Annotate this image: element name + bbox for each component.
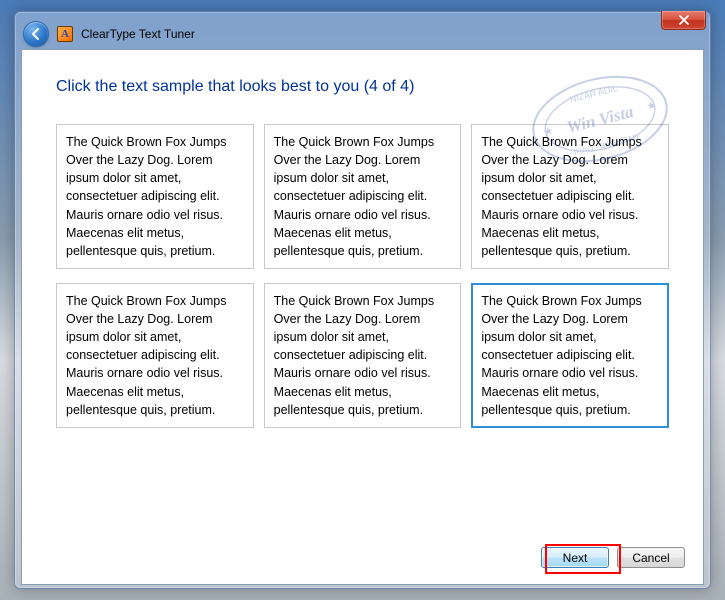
text-sample-1[interactable]: The Quick Brown Fox Jumps Over the Lazy …: [56, 124, 254, 269]
app-icon-letter: A: [61, 28, 69, 40]
text-sample-6[interactable]: The Quick Brown Fox Jumps Over the Lazy …: [471, 283, 669, 428]
footer-buttons: Next Cancel: [541, 547, 685, 568]
page-instruction: Click the text sample that looks best to…: [56, 78, 669, 96]
text-sample-3[interactable]: The Quick Brown Fox Jumps Over the Lazy …: [471, 124, 669, 269]
header-bar: A ClearType Text Tuner: [21, 18, 704, 49]
close-icon: [678, 15, 690, 25]
arrow-left-icon: [29, 27, 43, 41]
back-button[interactable]: [23, 21, 49, 47]
close-button[interactable]: [661, 11, 706, 30]
window-title: ClearType Text Tuner: [81, 27, 195, 41]
next-button[interactable]: Next: [541, 547, 609, 568]
svg-text:★: ★: [645, 99, 658, 113]
dialog-window: A ClearType Text Tuner NIZAR ADIL Win Vi…: [14, 11, 711, 589]
text-sample-4[interactable]: The Quick Brown Fox Jumps Over the Lazy …: [56, 283, 254, 428]
titlebar-buttons: [661, 11, 706, 30]
text-sample-2[interactable]: The Quick Brown Fox Jumps Over the Lazy …: [264, 124, 462, 269]
text-samples-grid: The Quick Brown Fox Jumps Over the Lazy …: [56, 124, 669, 428]
text-sample-5[interactable]: The Quick Brown Fox Jumps Over the Lazy …: [264, 283, 462, 428]
app-icon: A: [57, 26, 73, 42]
content-panel: NIZAR ADIL Win Vista IRAQ - BAGHDAD ★ ★ …: [21, 49, 704, 585]
cancel-button[interactable]: Cancel: [617, 547, 685, 568]
